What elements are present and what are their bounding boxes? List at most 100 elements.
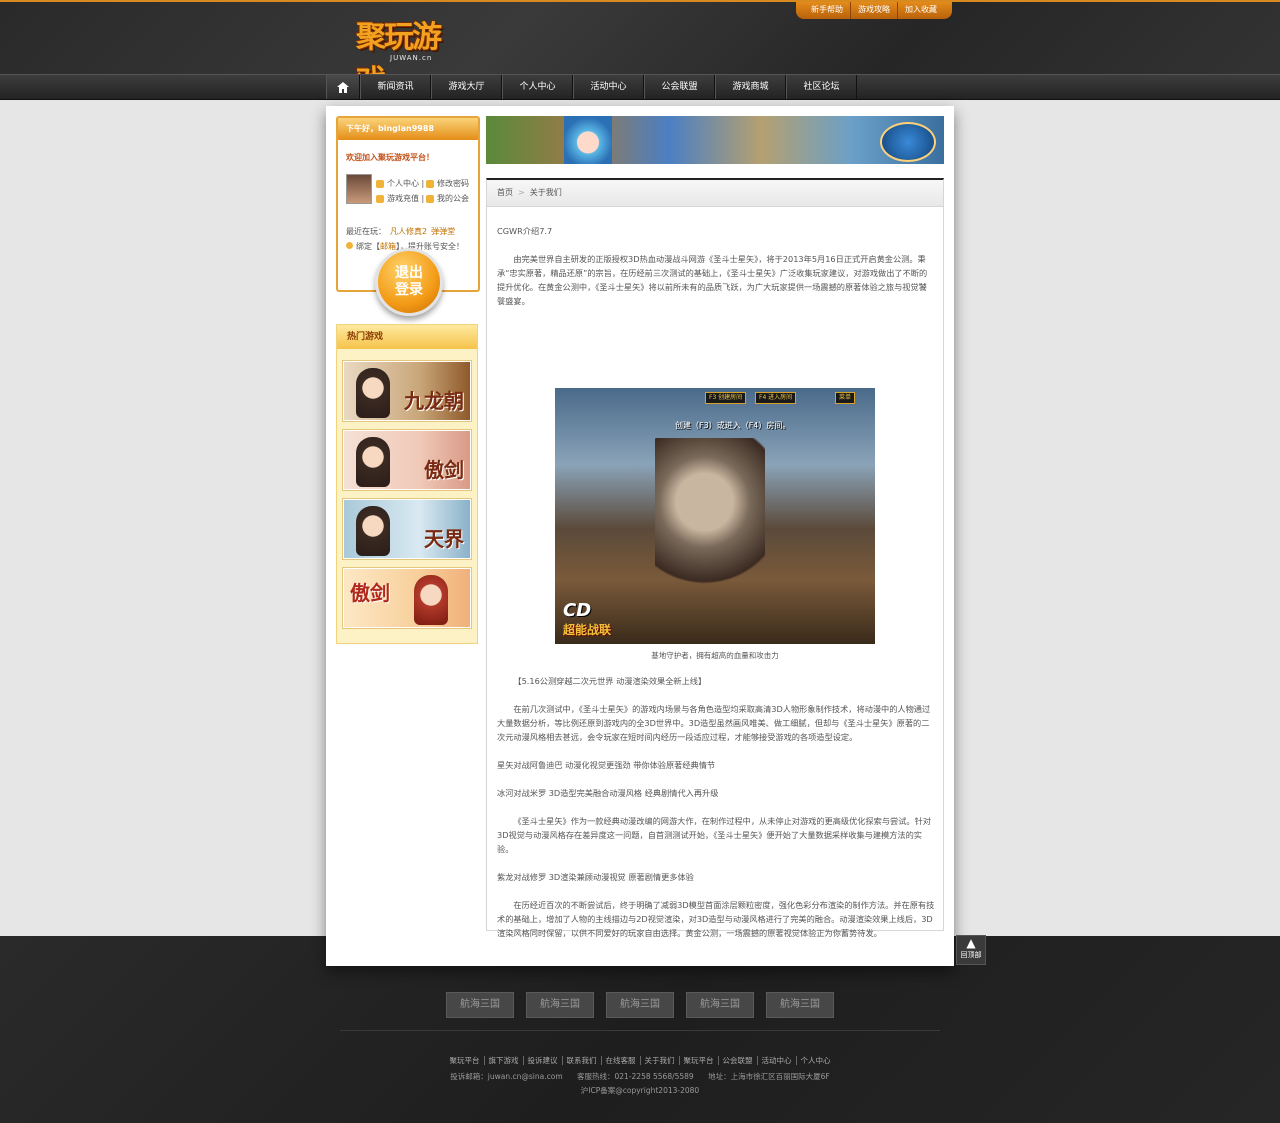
article-paragraph: 在历经近百次的不断尝试后，终于明确了减弱3D模型首面涂层颗粒密度，强化色彩分布渲… bbox=[497, 900, 935, 938]
footer-link[interactable]: 聚玩平台 bbox=[679, 1056, 719, 1065]
recent-game-link[interactable]: 弹弹堂 bbox=[431, 227, 455, 236]
footer-link[interactable]: 关于我们 bbox=[640, 1056, 680, 1065]
user-icon bbox=[376, 179, 384, 188]
link-my-guild[interactable]: 我的公会 bbox=[426, 193, 469, 204]
logout-button[interactable]: 退出 登录 bbox=[375, 248, 443, 316]
game-character-image bbox=[356, 506, 390, 556]
article-game-screenshot: F3 创建房间 F4 进入房间 菜单 创建（F3）或进入（F4）房间。 CD 超… bbox=[555, 388, 875, 644]
nav-item-forum[interactable]: 社区论坛 bbox=[786, 75, 857, 99]
hot-games-title: 热门游戏 bbox=[337, 325, 477, 349]
game-logo: CD 超能战联 bbox=[563, 600, 631, 638]
link-recharge[interactable]: 游戏充值 | bbox=[376, 193, 424, 204]
game-banner-jiulongchao[interactable]: 九龙朝 bbox=[343, 361, 471, 421]
footer-contact: 投诉邮箱：juwan.cn@sina.com 客服热线：021-2258 556… bbox=[0, 1071, 1280, 1082]
game-banner-aojian[interactable]: 傲剑 bbox=[343, 430, 471, 490]
top-link-help[interactable]: 新手帮助 bbox=[804, 2, 851, 19]
back-to-top-label: 回顶部 bbox=[960, 951, 982, 959]
bind-email-link[interactable]: 邮箱 bbox=[380, 242, 396, 251]
guild-icon bbox=[426, 194, 434, 203]
game-banner-aojian-2[interactable]: 傲剑 bbox=[343, 568, 471, 628]
link-change-password-label: 修改密码 bbox=[437, 179, 469, 188]
avatar[interactable] bbox=[346, 174, 372, 204]
footer-game-link[interactable]: 航海三国 bbox=[686, 992, 754, 1018]
breadcrumb-home[interactable]: 首页 bbox=[497, 188, 513, 197]
bind-prefix: 绑定【 bbox=[356, 242, 380, 251]
link-my-guild-label: 我的公会 bbox=[437, 194, 469, 203]
game-banner-title: 傲剑 bbox=[350, 581, 390, 605]
game-banner-tianjie[interactable]: 天界 bbox=[343, 499, 471, 559]
nav-item-shop[interactable]: 游戏商城 bbox=[715, 75, 786, 99]
lock-icon bbox=[426, 179, 434, 188]
footer-link[interactable]: 活动中心 bbox=[757, 1056, 797, 1065]
banner-character-image bbox=[564, 116, 612, 164]
footer-link[interactable]: 在线客服 bbox=[601, 1056, 641, 1065]
article-subheading: 紫龙对战修罗 3D渲染兼顾动漫视觉 原著剧情更多体验 bbox=[497, 872, 694, 882]
footer-game-link[interactable]: 航海三国 bbox=[766, 992, 834, 1018]
footer-game-link[interactable]: 航海三国 bbox=[446, 992, 514, 1018]
footer-link[interactable]: 公会联盟 bbox=[718, 1056, 758, 1065]
footer-link[interactable]: 投诉建议 bbox=[523, 1056, 563, 1065]
top-link-favorite[interactable]: 加入收藏 bbox=[898, 2, 944, 19]
game-logo-cn: 超能战联 bbox=[563, 623, 612, 637]
logo-subtext: JUWAN.cn bbox=[390, 54, 433, 62]
top-link-guide[interactable]: 游戏攻略 bbox=[851, 2, 898, 19]
game-banner-title: 天界 bbox=[424, 527, 464, 551]
page-container: 下午好，binglan9988 欢迎加入聚玩游戏平台！ 个人中心 | 修改密码 … bbox=[326, 106, 954, 966]
screenshot-prompt: 创建（F3）或进入（F4）房间。 bbox=[675, 421, 791, 430]
main-nav: 新闻资讯 游戏大厅 个人中心 活动中心 公会联盟 游戏商城 社区论坛 bbox=[0, 74, 1280, 100]
footer-game-link[interactable]: 航海三国 bbox=[606, 992, 674, 1018]
link-user-center-label: 个人中心 bbox=[387, 179, 419, 188]
hud-join-room: F4 进入房间 bbox=[755, 392, 797, 404]
game-logo-cd: CD bbox=[563, 600, 592, 621]
user-greeting: 下午好，binglan9988 bbox=[338, 118, 478, 140]
link-user-center[interactable]: 个人中心 | bbox=[376, 178, 424, 189]
article-heading: CGWR介绍7.7 bbox=[497, 226, 553, 236]
game-banner-title: 傲剑 bbox=[424, 458, 464, 482]
arrow-up-icon: ▲ bbox=[966, 936, 976, 950]
footer-links: 聚玩平台 旗下游戏 投诉建议 联系我们 在线客服 关于我们 聚玩平台 公会联盟 活动中心 个人中心 bbox=[0, 1055, 1280, 1066]
footer-address: 地址：上海市徐汇区百丽国际大厦6F bbox=[708, 1072, 830, 1081]
nav-item-guild[interactable]: 公会联盟 bbox=[644, 75, 715, 99]
footer-divider bbox=[340, 1030, 940, 1031]
article-subheading: 【5.16公测穿越二次元世界 动漫渲染效果全新上线】 bbox=[513, 676, 707, 686]
link-change-password[interactable]: 修改密码 bbox=[426, 178, 469, 189]
banner-game-logo bbox=[880, 122, 936, 162]
footer-link[interactable]: 个人中心 bbox=[797, 1056, 835, 1065]
game-top-banner[interactable] bbox=[486, 116, 944, 164]
top-links: 新手帮助 游戏攻略 加入收藏 bbox=[796, 2, 952, 19]
welcome-text: 欢迎加入聚玩游戏平台！ bbox=[346, 153, 434, 162]
article-paragraph: 在前几次测试中，《圣斗士星矢》的游戏内场景与各角色造型均采取高清3D人物形象制作… bbox=[497, 704, 931, 742]
footer-link[interactable]: 联系我们 bbox=[562, 1056, 602, 1065]
footer-link[interactable]: 旗下游戏 bbox=[484, 1056, 524, 1065]
site-logo[interactable]: 聚玩游戏 JUWAN.cn bbox=[356, 8, 456, 99]
recent-label: 最近在玩： bbox=[346, 227, 386, 236]
breadcrumb-current: 关于我们 bbox=[529, 188, 562, 197]
screenshot-caption: 基地守护者，拥有超高的血量和攻击力 bbox=[651, 651, 779, 660]
game-character-image bbox=[356, 368, 390, 418]
article-paragraph: 由完美世界自主研发的正版授权3D热血动漫战斗网游《圣斗士星矢》，将于2013年5… bbox=[497, 254, 928, 306]
back-to-top-button[interactable]: ▲ 回顶部 bbox=[956, 935, 986, 965]
breadcrumb: 首页 > 关于我们 bbox=[487, 180, 943, 207]
hud-menu: 菜单 bbox=[835, 392, 856, 404]
nav-item-news[interactable]: 新闻资讯 bbox=[360, 75, 431, 99]
nav-item-game-hall[interactable]: 游戏大厅 bbox=[431, 75, 502, 99]
link-recharge-label: 游戏充值 bbox=[387, 194, 419, 203]
article-subheading: 冰河对战米罗 3D造型完美融合动漫风格 经典剧情代入再升级 bbox=[497, 788, 719, 798]
footer-icp: 沪ICP备案@copyright2013-2080 bbox=[580, 1086, 700, 1095]
article-paragraph: 《圣斗士星矢》作为一款经典动漫改编的网游大作，在制作过程中，从未停止对游戏的更高… bbox=[497, 816, 931, 854]
nav-item-events[interactable]: 活动中心 bbox=[573, 75, 644, 99]
article-subheading: 星矢对战阿鲁迪巴 动漫化视觉更强劲 带你体验原著经典情节 bbox=[497, 760, 716, 770]
nav-home[interactable] bbox=[326, 75, 360, 99]
footer-game-link[interactable]: 航海三国 bbox=[526, 992, 594, 1018]
footer-game-links: 航海三国 航海三国 航海三国 航海三国 航海三国 bbox=[446, 992, 834, 1018]
footer-link[interactable]: 聚玩平台 bbox=[445, 1056, 485, 1065]
recent-game-link[interactable]: 凡人修真2 bbox=[390, 227, 427, 236]
logout-label-1: 退出 bbox=[395, 265, 423, 281]
recent-games: 最近在玩： 凡人修真2 弹弹堂 bbox=[346, 226, 455, 237]
footer-phone: 客服热线：021-2258 5568/5589 bbox=[577, 1072, 694, 1081]
nav-item-user-center[interactable]: 个人中心 bbox=[502, 75, 573, 99]
logout-label-2: 登录 bbox=[395, 282, 423, 298]
footer-email: 投诉邮箱：juwan.cn@sina.com bbox=[450, 1072, 563, 1081]
chevron-right-icon: > bbox=[518, 188, 525, 197]
coin-icon bbox=[376, 194, 384, 203]
